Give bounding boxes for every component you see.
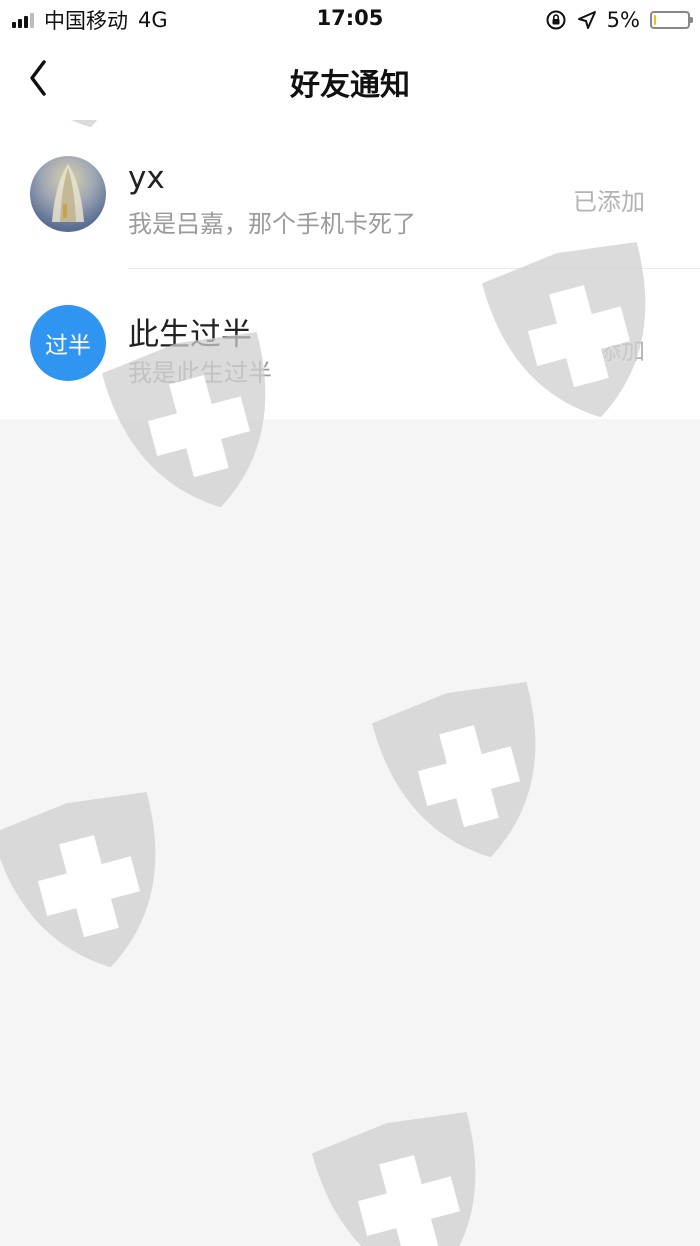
friend-message: 我是此生过半: [128, 359, 272, 387]
avatar-photo: [52, 164, 84, 222]
friend-name: yx: [128, 160, 165, 196]
shield-plus-icon: [309, 1102, 508, 1246]
list-item[interactable]: 过半 此生过半 我是此生过半 已添加: [0, 269, 700, 419]
friend-message: 我是吕嘉，那个手机卡死了: [128, 210, 416, 238]
battery-icon: [650, 11, 693, 29]
added-status: 已添加: [573, 188, 645, 216]
battery-percent: 5%: [606, 8, 640, 32]
added-status: 已添加: [573, 337, 645, 365]
page-title: 好友通知: [290, 68, 410, 103]
status-bar: 中国移动 4G 17:05 5%: [0, 0, 700, 40]
friend-name: 此生过半: [128, 317, 252, 353]
location-arrow-icon: [577, 11, 596, 29]
battery-fill: [654, 15, 656, 25]
friend-notification-list: yx 我是吕嘉，那个手机卡死了 已添加 过半 此生过半 我是此生过半 已添加: [0, 120, 700, 419]
status-right: 5%: [545, 6, 693, 34]
nav-bar: 好友通知: [0, 40, 700, 120]
orientation-lock-icon: [546, 10, 566, 30]
shield-plus-icon: [369, 672, 568, 878]
avatar: 过半: [30, 305, 106, 381]
shield-plus-icon: [0, 782, 188, 988]
avatar: [30, 156, 106, 232]
list-item[interactable]: yx 我是吕嘉，那个手机卡死了 已添加: [0, 120, 700, 269]
